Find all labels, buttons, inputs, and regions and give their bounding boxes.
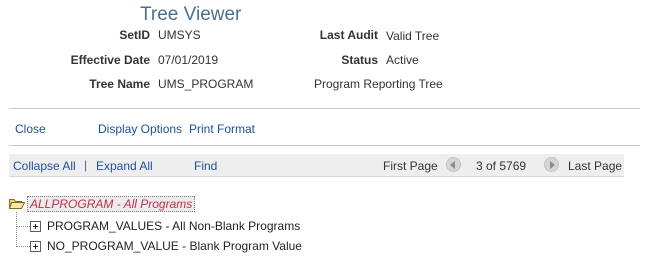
status-label: Status <box>341 53 378 67</box>
page-title: Tree Viewer <box>140 4 242 25</box>
tree-root-node[interactable]: ALLPROGRAM - All Programs <box>27 196 196 212</box>
close-link[interactable]: Close <box>15 122 46 136</box>
tree-nav-bar: Collapse All | Expand All Find First Pag… <box>9 154 624 177</box>
expand-plus-icon[interactable] <box>30 221 41 232</box>
last-audit-label: Last Audit <box>319 28 378 42</box>
actions-divider <box>9 145 640 146</box>
tree-connector-line <box>16 212 17 247</box>
tree-name-label: Tree Name <box>89 77 150 91</box>
header-divider <box>9 108 640 109</box>
page-position: 3 of 5769 <box>476 159 527 173</box>
open-folder-icon <box>9 199 25 209</box>
effective-date-label: Effective Date <box>70 53 150 67</box>
print-format-link[interactable]: Print Format <box>189 122 255 136</box>
tree-connector-line <box>17 226 30 227</box>
display-options-link[interactable]: Display Options <box>98 122 182 136</box>
previous-page-icon[interactable] <box>446 157 461 172</box>
next-page-icon[interactable] <box>544 157 559 172</box>
find-link[interactable]: Find <box>194 159 217 173</box>
tree-name-value: UMS_PROGRAM <box>158 77 254 91</box>
collapse-all-link[interactable]: Collapse All <box>13 159 76 173</box>
setid-value: UMSYS <box>158 28 201 42</box>
tree-node-program-values[interactable]: PROGRAM_VALUES - All Non-Blank Programs <box>47 219 300 233</box>
expand-all-link[interactable]: Expand All <box>96 159 153 173</box>
setid-label: SetID <box>119 28 150 42</box>
first-page-label: First Page <box>383 159 438 173</box>
tree-connector-line <box>17 246 30 247</box>
tree-description: Program Reporting Tree <box>314 77 443 91</box>
effective-date-value: 07/01/2019 <box>158 53 219 67</box>
last-page-label: Last Page <box>568 159 623 173</box>
expand-plus-icon[interactable] <box>30 241 41 252</box>
last-audit-value: Valid Tree <box>386 29 440 43</box>
nav-separator: | <box>84 158 88 172</box>
status-value: Active <box>386 53 419 67</box>
tree-node-no-program-value[interactable]: NO_PROGRAM_VALUE - Blank Program Value <box>47 239 302 253</box>
